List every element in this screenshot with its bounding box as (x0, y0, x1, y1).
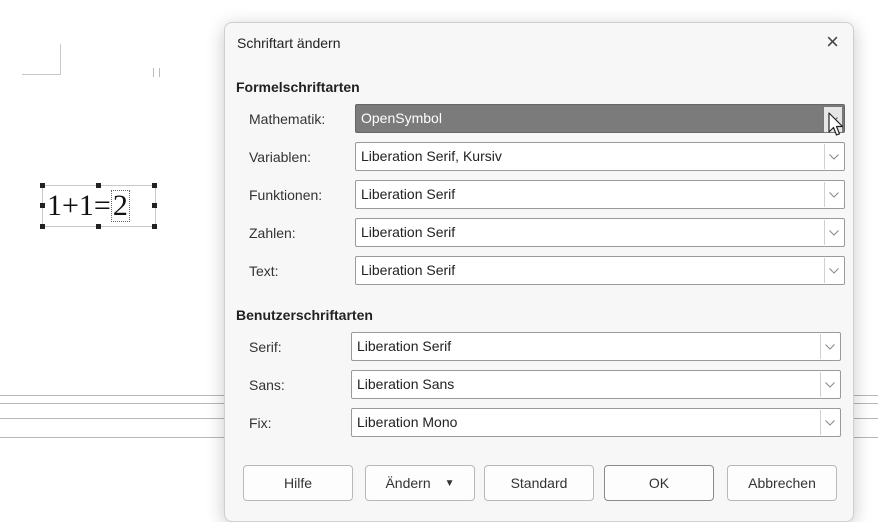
label-sans: Sans: (249, 377, 285, 393)
selection-handle[interactable] (40, 183, 45, 188)
user-fonts-heading: Benutzerschriftarten (236, 307, 373, 323)
page-corner-line (22, 74, 60, 75)
variablen-font-select[interactable]: Liberation Serif, Kursiv (355, 142, 845, 171)
label-text: Text: (249, 263, 279, 279)
cancel-button[interactable]: Abbrechen (727, 465, 837, 501)
sans-font-select[interactable]: Liberation Sans (351, 370, 841, 399)
change-button[interactable]: Ändern ▼ (365, 465, 475, 501)
help-button[interactable]: Hilfe (243, 465, 353, 501)
text-cursor-mark (153, 68, 160, 77)
selection-handle[interactable] (96, 183, 101, 188)
chevron-down-icon[interactable] (820, 410, 839, 435)
help-button-label: Hilfe (283, 475, 312, 491)
page-corner-marker (40, 44, 61, 75)
selection-handle[interactable] (152, 203, 157, 208)
sans-font-value: Liberation Sans (357, 376, 455, 392)
zahlen-font-value: Liberation Serif (361, 224, 456, 240)
formula-fonts-heading: Formelschriftarten (236, 79, 360, 95)
dropdown-arrow-icon[interactable]: ▼ (445, 478, 455, 489)
label-zahlen: Zahlen: (249, 225, 296, 241)
fix-font-value: Liberation Mono (357, 414, 458, 430)
funktionen-font-select[interactable]: Liberation Serif (355, 180, 845, 209)
label-fix: Fix: (249, 415, 272, 431)
formula-cursor-box: 2 (110, 189, 130, 222)
ok-button[interactable]: OK (604, 465, 714, 501)
selection-handle[interactable] (152, 183, 157, 188)
mathematik-font-select[interactable]: OpenSymbol (355, 104, 845, 133)
text-font-select[interactable]: Liberation Serif (355, 256, 845, 285)
chevron-down-icon[interactable] (824, 144, 843, 169)
label-mathematik: Mathematik: (249, 111, 326, 127)
chevron-down-icon[interactable] (824, 258, 843, 283)
default-button[interactable]: Standard (484, 465, 594, 501)
label-variablen: Variablen: (249, 149, 312, 165)
mouse-pointer-icon (828, 112, 844, 136)
variablen-font-value: Liberation Serif, Kursiv (361, 148, 502, 164)
fix-font-select[interactable]: Liberation Mono (351, 408, 841, 437)
default-button-label: Standard (510, 475, 568, 491)
close-icon[interactable]: × (826, 29, 839, 55)
selection-handle[interactable] (152, 224, 157, 229)
change-font-dialog: Schriftart ändern × Formelschriftarten M… (224, 22, 854, 522)
mathematik-font-value: OpenSymbol (361, 110, 442, 126)
label-funktionen: Funktionen: (249, 187, 323, 203)
formula-object[interactable]: 1+1=2 (42, 185, 156, 227)
serif-font-select[interactable]: Liberation Serif (351, 332, 841, 361)
label-serif: Serif: (249, 339, 282, 355)
dialog-title: Schriftart ändern (237, 35, 341, 51)
chevron-down-icon[interactable] (820, 372, 839, 397)
cancel-button-label: Abbrechen (748, 475, 816, 491)
formula-text: 1+1= (47, 189, 111, 222)
chevron-down-icon[interactable] (824, 220, 843, 245)
serif-font-value: Liberation Serif (357, 338, 452, 354)
text-font-value: Liberation Serif (361, 262, 456, 278)
selection-handle[interactable] (40, 224, 45, 229)
chevron-down-icon[interactable] (824, 182, 843, 207)
zahlen-font-select[interactable]: Liberation Serif (355, 218, 845, 247)
chevron-down-icon[interactable] (820, 334, 839, 359)
selection-handle[interactable] (96, 224, 101, 229)
funktionen-font-value: Liberation Serif (361, 186, 456, 202)
change-button-label: Ändern (385, 475, 431, 491)
ok-button-label: OK (648, 475, 670, 491)
selection-handle[interactable] (40, 203, 45, 208)
